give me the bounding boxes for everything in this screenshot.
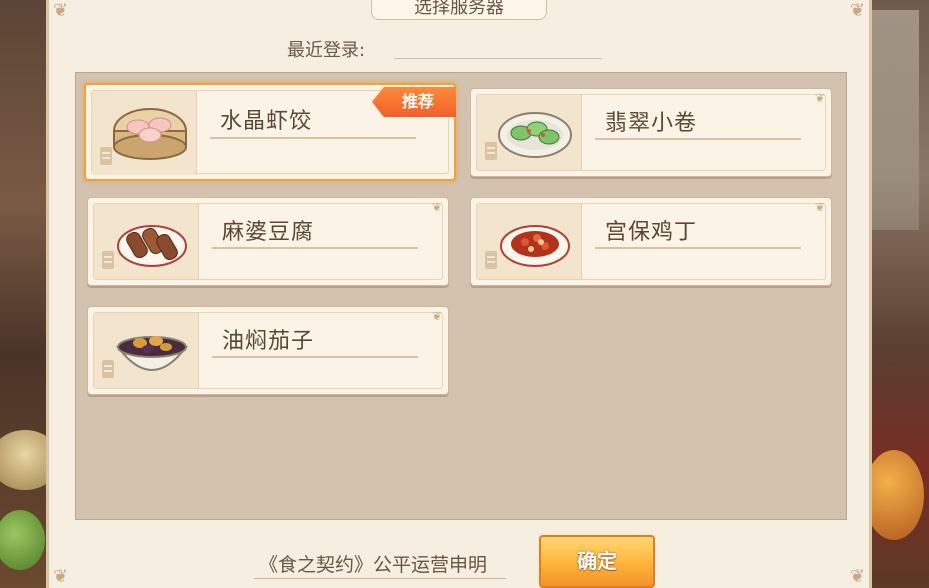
confirm-button[interactable]: 确定: [539, 535, 655, 588]
server-list: 水晶虾饺 推荐 ❦ 翡翠小卷 ❦ 麻婆豆腐 ❦ 宫保鸡丁 ❦ 油焖茄子: [75, 72, 847, 520]
corner-ornament-icon: ❦: [53, 0, 69, 21]
corner-ornament-icon: ❦: [431, 200, 442, 214]
card-thumbnail: [94, 313, 199, 388]
background-vegetable: [0, 510, 45, 570]
server-tag-icon: [100, 147, 112, 165]
server-tag-icon: [485, 251, 497, 269]
link-underline: [254, 578, 506, 579]
corner-ornament-icon: ❦: [814, 91, 825, 105]
background-fruit: [864, 450, 924, 540]
name-underline: [210, 137, 416, 139]
corner-ornament-icon: ❦: [849, 566, 865, 587]
server-name: 翡翠小卷: [605, 111, 698, 136]
server-card-feicui-xiaojuan[interactable]: ❦ 翡翠小卷: [470, 88, 832, 177]
card-thumbnail: [92, 91, 197, 175]
server-card-mapo-doufu[interactable]: ❦ 麻婆豆腐: [87, 197, 449, 286]
server-name: 油焖茄子: [222, 329, 315, 354]
fair-operation-statement-link[interactable]: 《食之契约》公平运营申明: [259, 550, 487, 577]
corner-ornament-icon: ❦: [849, 0, 865, 21]
recommended-badge: 推荐: [372, 87, 456, 117]
background-window: [869, 10, 919, 230]
name-underline: [595, 247, 801, 249]
recent-login-value: [394, 58, 602, 59]
name-underline: [212, 247, 418, 249]
card-thumbnail: [477, 204, 582, 279]
server-name: 宫保鸡丁: [605, 220, 698, 245]
server-name: 水晶虾饺: [220, 109, 313, 134]
server-card-gongbao-jiding[interactable]: ❦ 宫保鸡丁: [470, 197, 832, 286]
server-tag-icon: [485, 142, 497, 160]
server-tag-icon: [102, 251, 114, 269]
server-name: 麻婆豆腐: [222, 220, 315, 245]
recent-login-label: 最近登录:: [287, 40, 366, 61]
server-select-panel: ❦ ❦ ❦ ❦ 选择服务器 最近登录: 水晶虾饺 推荐 ❦ 翡翠小卷 ❦ 麻婆豆…: [46, 0, 872, 588]
server-card-shuijing-xiajiao[interactable]: 水晶虾饺 推荐: [84, 83, 456, 181]
panel-title: 选择服务器: [371, 0, 547, 20]
card-thumbnail: [94, 204, 199, 279]
server-card-youmen-qiezi[interactable]: ❦ 油焖茄子: [87, 306, 449, 395]
corner-ornament-icon: ❦: [53, 566, 69, 587]
corner-ornament-icon: ❦: [431, 309, 442, 323]
card-thumbnail: [477, 95, 582, 170]
name-underline: [595, 138, 801, 140]
corner-ornament-icon: ❦: [814, 200, 825, 214]
name-underline: [212, 356, 418, 358]
server-tag-icon: [102, 360, 114, 378]
